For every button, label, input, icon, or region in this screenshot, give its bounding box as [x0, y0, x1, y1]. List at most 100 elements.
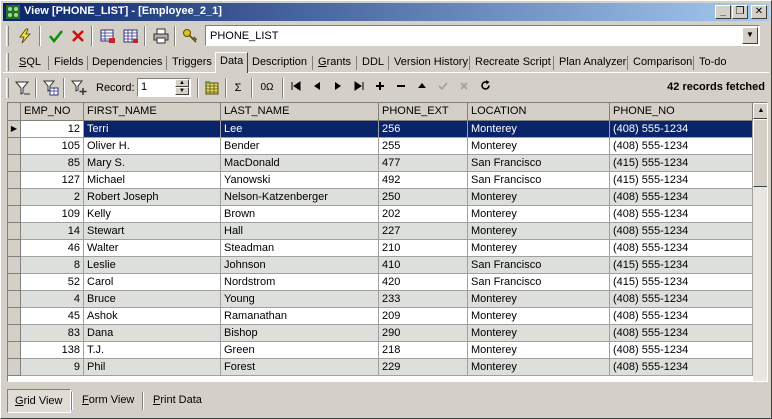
phone-no-cell[interactable]: (408) 555-1234 — [610, 121, 753, 138]
phone-ext-cell[interactable]: 250 — [379, 189, 468, 206]
emp-no-cell[interactable]: 14 — [21, 223, 84, 240]
table-row[interactable]: 46 Walter Steadman 210 Monterey (408) 555-123… — [8, 240, 753, 257]
insert-record-icon[interactable] — [371, 78, 389, 98]
table-row[interactable]: 83 Dana Bishop 290 Monterey (408) 555-1234 — [8, 325, 753, 342]
grid-table-icon[interactable] — [119, 25, 142, 47]
tab-triggers[interactable]: Triggers — [168, 54, 216, 72]
table-row[interactable]: 85 Mary S. MacDonald 477 San Francisco (415) … — [8, 155, 753, 172]
row-indicator[interactable] — [8, 308, 21, 325]
last-name-cell[interactable]: Steadman — [221, 240, 379, 257]
first-name-cell[interactable]: Carol — [84, 274, 221, 291]
phone-no-cell[interactable]: (408) 555-1234 — [610, 240, 753, 257]
spin-down-icon[interactable]: ▼ — [175, 87, 189, 95]
last-name-cell[interactable]: MacDonald — [221, 155, 379, 172]
row-indicator[interactable] — [8, 325, 21, 342]
row-indicator[interactable] — [8, 240, 21, 257]
location-cell[interactable]: San Francisco — [468, 172, 610, 189]
phone-ext-cell[interactable]: 477 — [379, 155, 468, 172]
lightning-icon[interactable] — [13, 25, 36, 47]
table-row[interactable]: 109 Kelly Brown 202 Monterey (408) 555-1234 — [8, 206, 753, 223]
location-cell[interactable]: San Francisco — [468, 257, 610, 274]
phone-no-cell[interactable]: (408) 555-1234 — [610, 359, 753, 376]
location-cell[interactable]: Monterey — [468, 138, 610, 155]
table-row[interactable]: ▶ 12 Terri Lee 256 Monterey (408) 555-1234 — [8, 121, 753, 138]
delete-record-icon[interactable] — [392, 78, 410, 98]
last-name-cell[interactable]: Johnson — [221, 257, 379, 274]
emp-no-cell[interactable]: 2 — [21, 189, 84, 206]
phone-no-cell[interactable]: (415) 555-1234 — [610, 274, 753, 291]
emp-no-cell[interactable]: 138 — [21, 342, 84, 359]
tab-fields[interactable]: Fields — [50, 54, 87, 72]
row-indicator[interactable] — [8, 189, 21, 206]
first-name-cell[interactable]: Terri — [84, 121, 221, 138]
emp-no-cell[interactable]: 9 — [21, 359, 84, 376]
next-record-icon[interactable] — [329, 78, 347, 98]
emp-no-cell[interactable]: 109 — [21, 206, 84, 223]
first-name-cell[interactable]: Ashok — [84, 308, 221, 325]
phone-ext-cell[interactable]: 410 — [379, 257, 468, 274]
edit-record-icon[interactable] — [413, 78, 431, 98]
table-row[interactable]: 9 Phil Forest 229 Monterey (408) 555-1234 — [8, 359, 753, 376]
column-header-phone-no[interactable]: PHONE_NO — [610, 103, 753, 121]
last-name-cell[interactable]: Nordstrom — [221, 274, 379, 291]
table-row[interactable]: 52 Carol Nordstrom 420 San Francisco (415) 55… — [8, 274, 753, 291]
emp-no-cell[interactable]: 83 — [21, 325, 84, 342]
first-name-cell[interactable]: Dana — [84, 325, 221, 342]
grid-red-icon[interactable] — [96, 25, 119, 47]
first-name-cell[interactable]: Phil — [84, 359, 221, 376]
tab-grants[interactable]: Grants — [314, 54, 355, 72]
first-name-cell[interactable]: Oliver H. — [84, 138, 221, 155]
phone-ext-cell[interactable]: 209 — [379, 308, 468, 325]
first-name-cell[interactable]: Walter — [84, 240, 221, 257]
chevron-down-icon[interactable]: ▼ — [742, 27, 758, 44]
phone-ext-cell[interactable]: 229 — [379, 359, 468, 376]
column-header-last-name[interactable]: LAST_NAME — [221, 103, 379, 121]
phone-no-cell[interactable]: (408) 555-1234 — [610, 342, 753, 359]
location-cell[interactable]: Monterey — [468, 308, 610, 325]
first-name-cell[interactable]: Leslie — [84, 257, 221, 274]
rollback-x-icon[interactable] — [66, 25, 89, 47]
commit-check-icon[interactable] — [44, 25, 67, 47]
phone-ext-cell[interactable]: 210 — [379, 240, 468, 257]
row-indicator[interactable] — [8, 223, 21, 240]
filter-icon[interactable] — [11, 77, 34, 99]
table-row[interactable]: 4 Bruce Young 233 Monterey (408) 555-1234 — [8, 291, 753, 308]
location-cell[interactable]: Monterey — [468, 223, 610, 240]
row-indicator[interactable] — [8, 291, 21, 308]
emp-no-cell[interactable]: 8 — [21, 257, 84, 274]
emp-no-cell[interactable]: 46 — [21, 240, 84, 257]
phone-no-cell[interactable]: (408) 555-1234 — [610, 325, 753, 342]
row-indicator[interactable] — [8, 138, 21, 155]
emp-no-cell[interactable]: 85 — [21, 155, 84, 172]
location-cell[interactable]: San Francisco — [468, 155, 610, 172]
phone-ext-cell[interactable]: 218 — [379, 342, 468, 359]
table-row[interactable]: 45 Ashok Ramanathan 209 Monterey (408) 555-12… — [8, 308, 753, 325]
location-cell[interactable]: Monterey — [468, 240, 610, 257]
first-name-cell[interactable]: Michael — [84, 172, 221, 189]
table-row[interactable]: 14 Stewart Hall 227 Monterey (408) 555-1234 — [8, 223, 753, 240]
key-tools-icon[interactable] — [178, 25, 201, 47]
phone-no-cell[interactable]: (415) 555-1234 — [610, 172, 753, 189]
tabs-grip[interactable] — [6, 53, 9, 71]
emp-no-cell[interactable]: 105 — [21, 138, 84, 155]
last-name-cell[interactable]: Nelson-Katzenberger — [221, 189, 379, 206]
first-name-cell[interactable]: Mary S. — [84, 155, 221, 172]
first-name-cell[interactable]: Kelly — [84, 206, 221, 223]
last-name-cell[interactable]: Bender — [221, 138, 379, 155]
location-cell[interactable]: Monterey — [468, 121, 610, 138]
first-name-cell[interactable]: Bruce — [84, 291, 221, 308]
last-name-cell[interactable]: Hall — [221, 223, 379, 240]
filter-table-icon[interactable] — [39, 77, 62, 99]
column-header-location[interactable]: LOCATION — [468, 103, 610, 121]
close-button[interactable]: ✕ — [751, 5, 767, 19]
row-indicator[interactable] — [8, 155, 21, 172]
tab-to-do[interactable]: To-do — [695, 54, 731, 72]
refresh-icon[interactable] — [476, 78, 494, 98]
last-name-cell[interactable]: Young — [221, 291, 379, 308]
prior-record-icon[interactable] — [308, 78, 326, 98]
row-indicator[interactable] — [8, 274, 21, 291]
row-indicator[interactable] — [8, 257, 21, 274]
table-row[interactable]: 138 T.J. Green 218 Monterey (408) 555-1234 — [8, 342, 753, 359]
printer-icon[interactable] — [149, 25, 172, 47]
sum-icon[interactable]: Σ — [229, 78, 247, 98]
